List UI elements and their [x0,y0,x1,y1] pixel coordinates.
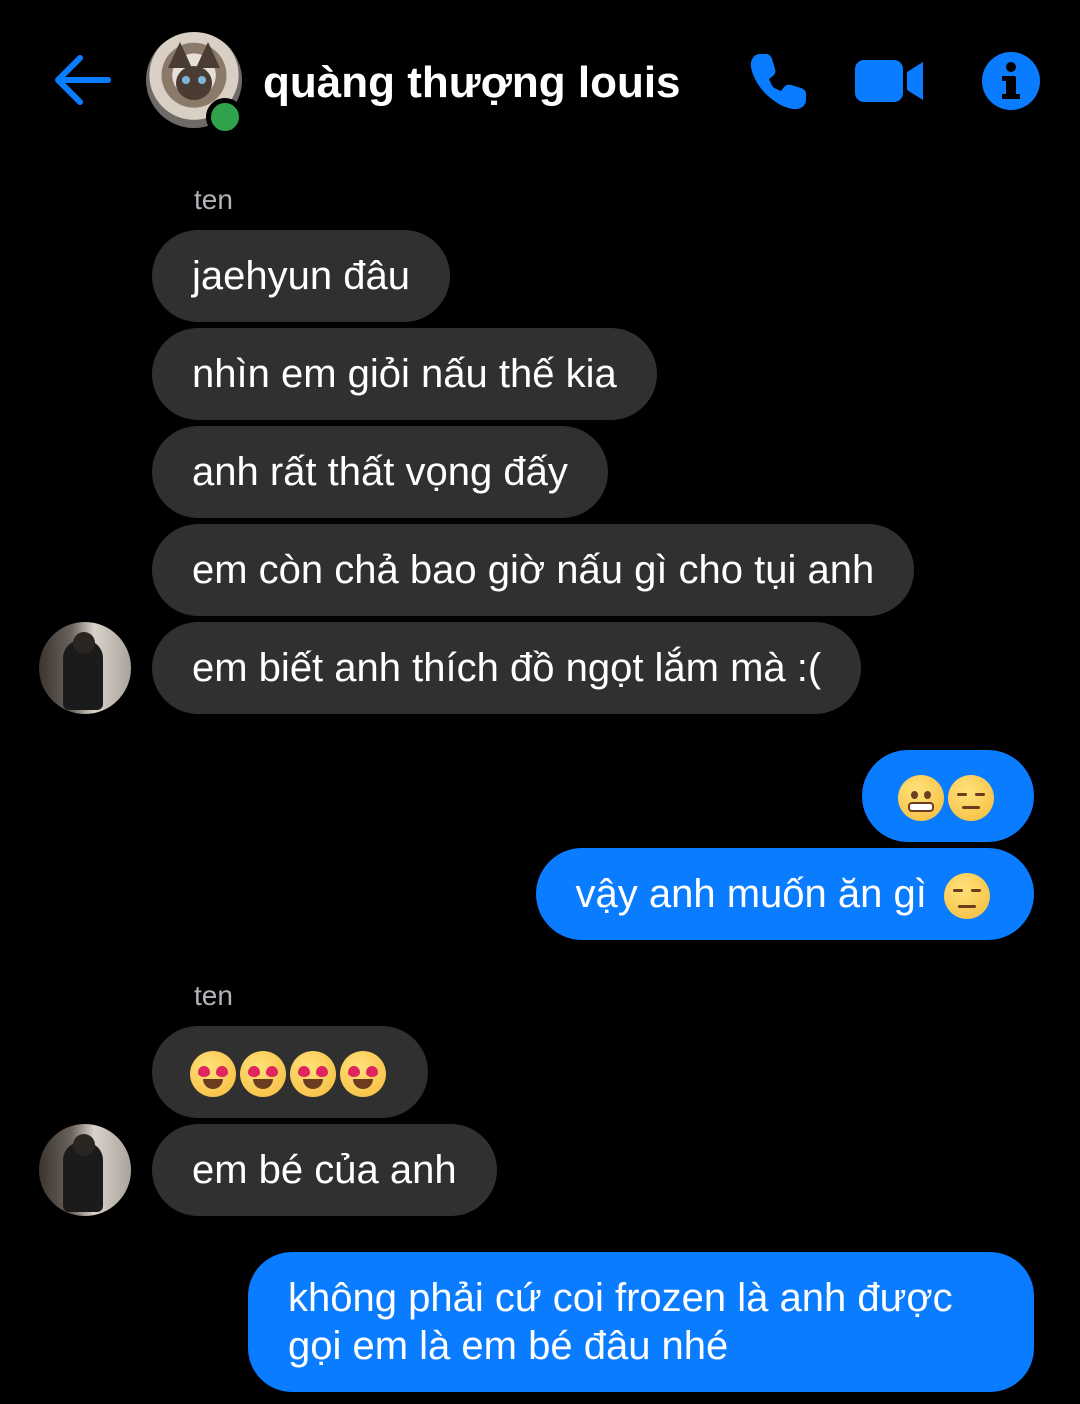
message-bubble-incoming[interactable]: em biết anh thích đồ ngọt lắm mà :( [152,622,862,714]
sender-label: ten [194,184,233,215]
avatar-head [73,1134,95,1156]
cat-eye [182,76,190,84]
unamused-face-emoji [944,873,990,920]
message-bubble-incoming[interactable]: anh rất thất vọng đấy [152,426,608,518]
sender-label: ten [194,980,233,1011]
cat-face [176,66,212,100]
heart-eyes-face-emoji [340,1051,386,1098]
sender-avatar[interactable] [39,1124,131,1216]
phone-icon[interactable] [746,50,810,114]
message-bubble-outgoing[interactable] [862,750,1034,842]
heart-eyes-face-emoji [290,1051,336,1098]
cat-eye [198,76,206,84]
message-bubble-incoming[interactable]: em còn chả bao giờ nấu gì cho tụi anh [152,524,915,616]
message-bubble-incoming[interactable]: nhìn em giỏi nấu thế kia [152,328,657,420]
grimacing-face-emoji [898,775,944,822]
video-camera-icon[interactable] [855,56,925,106]
pensive-face-emoji [948,775,994,822]
sender-avatar[interactable] [39,622,131,714]
heart-eyes-face-emoji [190,1051,236,1098]
message-bubble-incoming[interactable]: jaehyun đâu [152,230,450,322]
cat-ear [196,42,220,68]
chat-header: quàng thượng louis [0,0,1080,165]
avatar-head [73,632,95,654]
message-bubble-outgoing[interactable]: không phải cứ coi frozen là anh được gọi… [248,1252,1034,1392]
contact-name[interactable]: quàng thượng louis [263,56,681,110]
message-text: vậy anh muốn ăn gì [575,872,927,916]
cat-ear [168,42,192,68]
message-bubble-incoming[interactable]: em bé của anh [152,1124,497,1216]
heart-eyes-face-emoji [240,1051,286,1098]
online-status-dot [206,98,244,136]
message-bubble-incoming[interactable] [152,1026,428,1118]
message-bubble-outgoing[interactable]: vậy anh muốn ăn gì [535,848,1034,940]
back-arrow-icon[interactable] [50,52,114,108]
info-icon[interactable] [982,52,1040,110]
message-line: gọi em là em bé đâu nhé [288,1324,729,1368]
message-line: không phải cứ coi frozen là anh được [288,1276,953,1320]
